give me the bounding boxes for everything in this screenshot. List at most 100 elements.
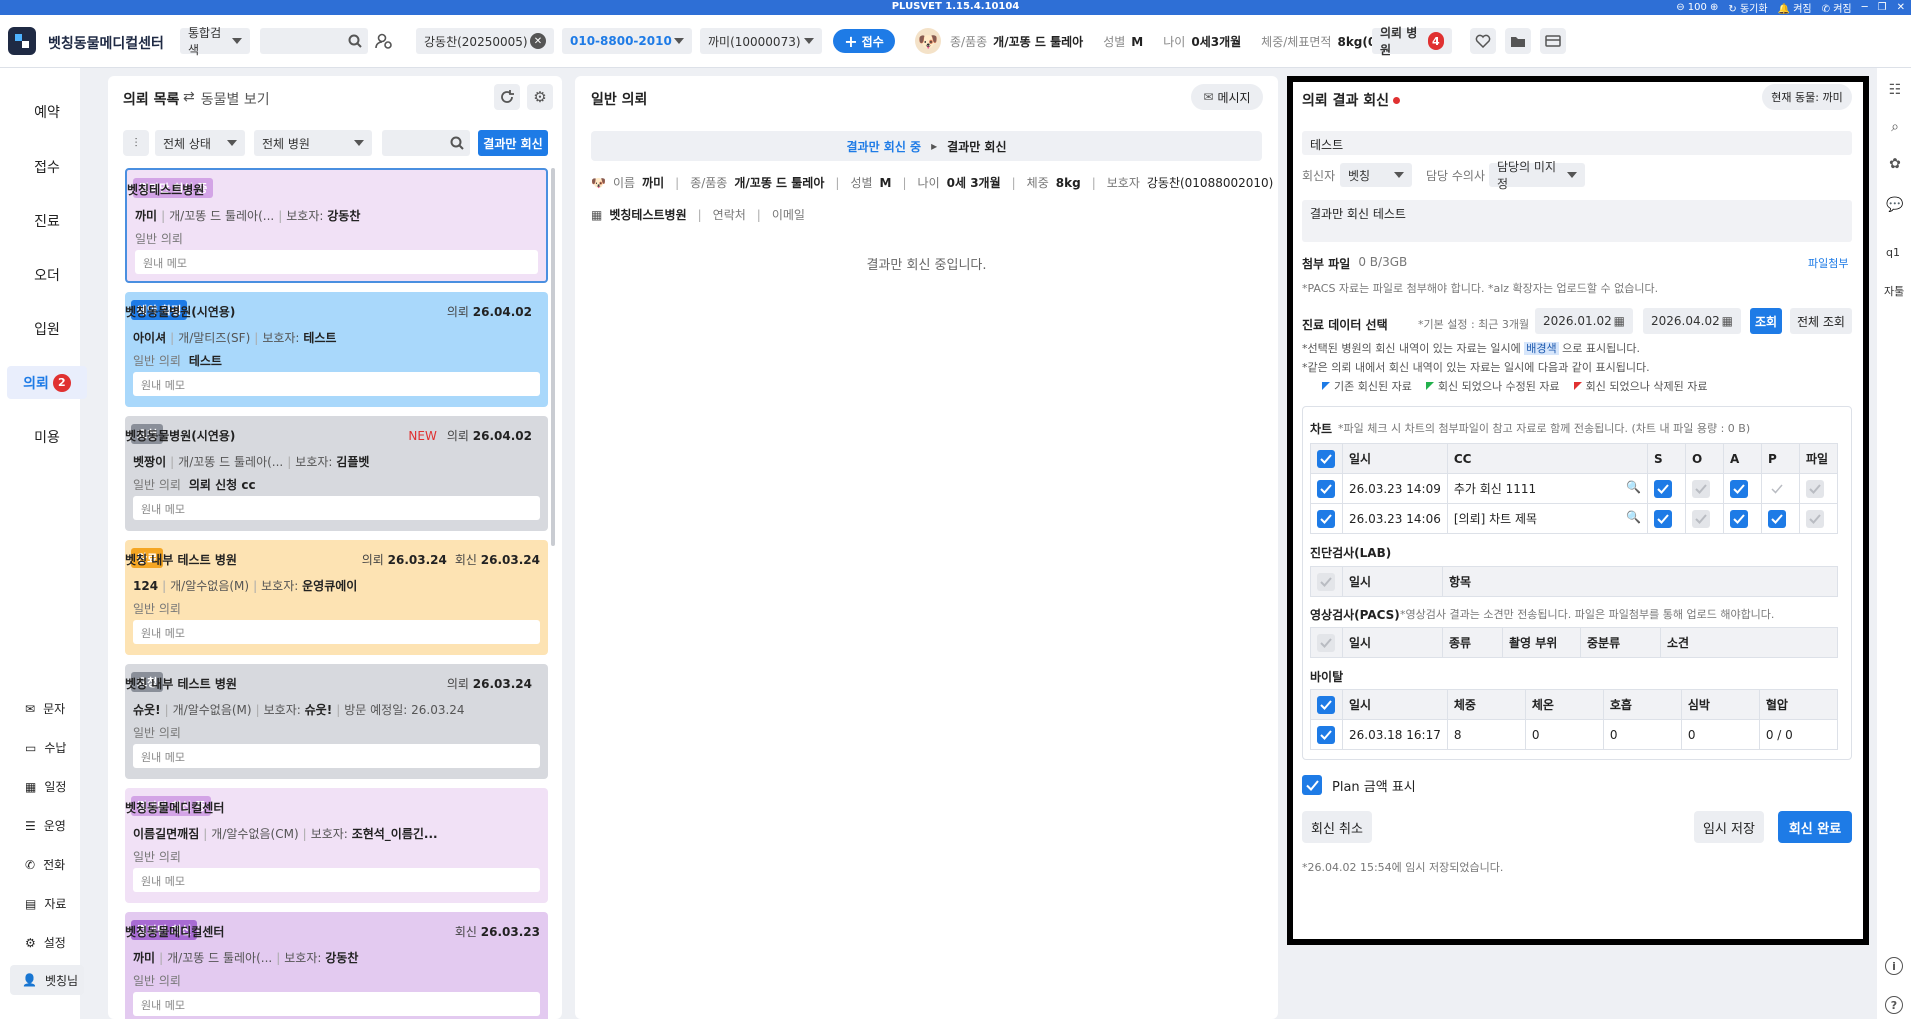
filter-sliders-icon[interactable]: ⫶	[123, 130, 149, 156]
tool-shortcut[interactable]: 자툴	[1884, 283, 1904, 299]
select-all-checkbox[interactable]	[1317, 449, 1335, 468]
nav-sub-schedule[interactable]: ▦ 일정	[25, 778, 66, 795]
list-scrollbar[interactable]	[551, 168, 555, 546]
paw-icon[interactable]: ✿	[1885, 154, 1905, 174]
row-checkbox[interactable]	[1317, 479, 1335, 498]
referral-card[interactable]: 결과만 회신 중 벳칭테스트병원 까미 | 개/꼬똥 드 툴레아(... | 보호자: 강…	[125, 168, 548, 283]
file-checkbox[interactable]	[1806, 479, 1824, 498]
row-checkbox[interactable]	[1317, 725, 1335, 744]
settings-gear-icon[interactable]: ⚙	[527, 84, 553, 110]
nav-sub-phone[interactable]: ✆ 전화	[25, 856, 65, 873]
heart-monitor-icon[interactable]	[1470, 28, 1496, 54]
close-icon[interactable]: ✕	[1897, 2, 1905, 13]
user-search-icon[interactable]	[375, 32, 393, 50]
sync-button[interactable]: ↻ 동기화	[1728, 0, 1767, 15]
memo-input[interactable]: 원내 메모	[133, 372, 540, 396]
nav-sub-settings[interactable]: ⚙ 설정	[25, 934, 66, 951]
nav-item-admission[interactable]: 입원	[7, 312, 87, 345]
maximize-icon[interactable]: ❐	[1878, 2, 1887, 13]
alarm-toggle[interactable]: 🔔 켜짐	[1778, 0, 1812, 15]
message-button[interactable]: ✉ 메시지	[1191, 84, 1263, 110]
o-checkbox[interactable]	[1692, 509, 1710, 528]
hospital-filter-select[interactable]: 전체 병원	[254, 130, 372, 156]
temp-save-button[interactable]: 임시 저장	[1694, 811, 1764, 843]
referral-hospital-button[interactable]: 의뢰 병원 4	[1372, 26, 1452, 57]
referral-card[interactable]: 결과만 회신 중 벳칭동물메디컬센터 이름길면깨짐 | 개/알수없음(CM) | 보호자:…	[125, 788, 548, 903]
zoom-control[interactable]: ⊖ 100 ⊕	[1676, 2, 1718, 13]
folder-icon[interactable]	[1505, 28, 1531, 54]
search-type-select[interactable]: 통합검색	[180, 26, 250, 57]
date-from-input[interactable]: 2026.01.02 ▦	[1535, 308, 1633, 334]
minimize-icon[interactable]: ─	[1862, 2, 1868, 13]
file-checkbox[interactable]	[1806, 509, 1824, 528]
cancel-reply-button[interactable]: 회신 취소	[1302, 811, 1372, 843]
nav-sub-message[interactable]: ✉ 문자	[25, 700, 65, 717]
memo-input[interactable]: 원내 메모	[133, 620, 540, 644]
phone-toggle[interactable]: ✆ 켜짐	[1822, 0, 1852, 15]
clear-guardian-icon[interactable]: ✕	[530, 33, 546, 49]
nav-sub-operation[interactable]: ☰ 운영	[25, 817, 66, 834]
user-card-icon[interactable]: ☷	[1885, 80, 1905, 100]
plan-price-toggle[interactable]: Plan 금액 표시	[1302, 775, 1416, 795]
search-input[interactable]	[260, 28, 368, 54]
view-by-animal-toggle[interactable]: ⇄ 동물별 보기	[183, 89, 270, 109]
plan-checkbox[interactable]	[1302, 775, 1322, 795]
q1-shortcut[interactable]: q1	[1886, 246, 1900, 259]
query-all-button[interactable]: 전체 조회	[1790, 308, 1852, 334]
referral-card[interactable]: 결과만 회신 벳칭동물메디컬센터 회신 26.03.23 까미 | 개/꼬똥 드 툴레아…	[125, 912, 548, 1019]
subject-input[interactable]: 테스트	[1302, 131, 1852, 155]
replier-select[interactable]: 벳칭	[1340, 163, 1412, 187]
memo-input[interactable]: 원내 메모	[135, 250, 538, 274]
memo-input[interactable]: 원내 메모	[133, 744, 540, 768]
magnifier-icon[interactable]: 🔍	[1626, 480, 1641, 494]
status-filter-select[interactable]: 전체 상태	[155, 130, 245, 156]
a-checkbox[interactable]	[1730, 479, 1748, 498]
current-animal-badge[interactable]: 현재 동물: 까미	[1762, 84, 1852, 110]
phone-select[interactable]: 010-8800-2010	[562, 28, 692, 54]
date-to-input[interactable]: 2026.04.02 ▦	[1643, 308, 1741, 334]
nav-item-reception[interactable]: 접수	[7, 150, 87, 183]
list-search-input[interactable]	[382, 130, 470, 156]
row-checkbox[interactable]	[1317, 509, 1335, 528]
memo-input[interactable]: 원내 메모	[133, 992, 540, 1016]
only-result-button[interactable]: 결과만 회신	[478, 130, 548, 156]
referral-card[interactable]: 요청 벳칭 내부 테스트 병원 의뢰 26.03.24 슈웃! | 개/알수없음(M) |…	[125, 664, 548, 779]
patient-select[interactable]: 까미(10000073)	[700, 28, 822, 54]
nav-item-referral[interactable]: 의뢰 2	[7, 366, 87, 399]
guardian-select[interactable]: 강동찬(20250005) ✕	[416, 28, 554, 54]
select-all-checkbox[interactable]	[1317, 695, 1335, 714]
card-icon[interactable]	[1540, 28, 1566, 54]
o-checkbox[interactable]	[1692, 479, 1710, 498]
s-checkbox[interactable]	[1654, 479, 1672, 498]
memo-input[interactable]: 원내 메모	[133, 868, 540, 892]
nav-item-grooming[interactable]: 미용	[7, 420, 87, 453]
s-checkbox[interactable]	[1654, 509, 1672, 528]
a-checkbox[interactable]	[1730, 509, 1748, 528]
nav-item-reservation[interactable]: 예약	[7, 95, 87, 128]
vet-select[interactable]: 담당의 미지정	[1489, 160, 1585, 191]
reception-button[interactable]: + 접수	[833, 29, 895, 53]
select-all-checkbox[interactable]	[1317, 572, 1335, 591]
select-all-checkbox[interactable]	[1317, 633, 1335, 652]
info-icon[interactable]: i	[1885, 957, 1903, 975]
nav-sub-data[interactable]: ▤ 자료	[25, 895, 66, 912]
refresh-icon[interactable]	[494, 84, 520, 110]
nav-sub-payment[interactable]: ▭ 수납	[25, 739, 66, 756]
referral-card[interactable]: 완료 벳칭 내부 테스트 병원 의뢰 26.03.24 회신 26.03.24 124 |…	[125, 540, 548, 655]
referral-card[interactable]: 요청 벳칭동물병원(시연용) NEW 의뢰 26.04.02 벳짱이 | 개/꼬똥 드 툴…	[125, 416, 548, 531]
complete-reply-button[interactable]: 회신 완료	[1778, 811, 1852, 843]
referral-card[interactable]: 예약 확정 벳칭동물병원(시연용) 의뢰 26.04.02 아이셔 | 개/말티즈(SF…	[125, 292, 548, 407]
help-icon[interactable]: ?	[1885, 996, 1903, 1014]
magnifier-icon[interactable]: 🔍	[1626, 510, 1641, 524]
nav-item-treatment[interactable]: 진료	[7, 204, 87, 237]
query-button[interactable]: 조회	[1750, 308, 1782, 334]
user-menu[interactable]: 👤 벳칭님	[10, 965, 84, 995]
memo-input[interactable]: 원내 메모	[133, 496, 540, 520]
p-checkbox[interactable]	[1768, 479, 1786, 498]
content-textarea[interactable]: 결과만 회신 테스트	[1302, 200, 1852, 242]
chat-icon[interactable]: 💬	[1885, 195, 1905, 215]
p-checkbox[interactable]	[1768, 509, 1786, 528]
nav-item-order[interactable]: 오더	[7, 258, 87, 291]
user-search-icon[interactable]: ⌕	[1885, 117, 1905, 137]
attach-file-button[interactable]: 파일첨부	[1808, 255, 1848, 271]
